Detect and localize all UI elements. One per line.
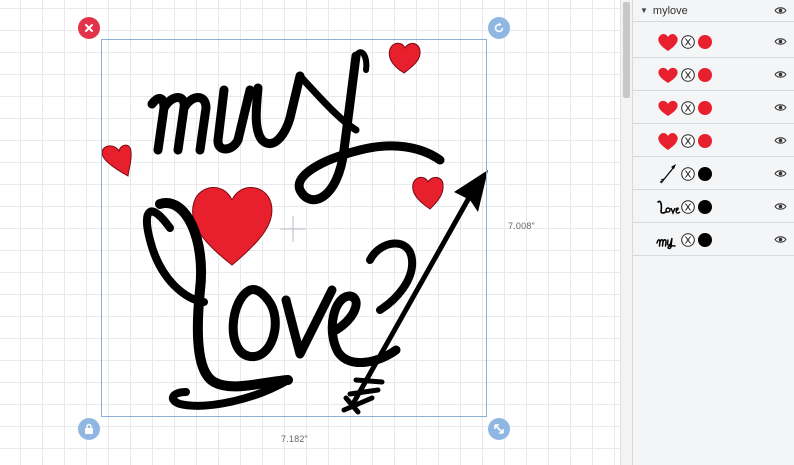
eye-icon[interactable] [774,202,787,211]
layer-thumbnail-my [656,237,676,250]
layer-group-label: mylove [652,4,688,17]
height-dimension-label: 7.008" [508,221,535,231]
layer-color-swatch[interactable] [698,134,712,148]
layer-row-heart-2[interactable] [633,58,794,91]
layer-color-swatch[interactable] [698,35,712,49]
layer-thumbnail-heart [658,67,678,83]
layer-row-arrow[interactable] [633,157,794,190]
scissors-icon[interactable] [681,200,695,214]
layer-color-swatch[interactable] [698,68,712,82]
layer-row-heart-3[interactable] [633,91,794,124]
scissors-icon[interactable] [681,134,695,148]
eye-icon[interactable] [774,6,787,15]
layer-thumbnail-heart [658,34,678,51]
lock-icon[interactable] [78,418,100,440]
eye-icon[interactable] [774,136,787,145]
layer-thumbnail-arrow [659,164,676,184]
layer-color-swatch[interactable] [698,200,712,214]
rotate-icon[interactable] [488,17,510,39]
resize-icon[interactable] [488,418,510,440]
layer-thumbnail-heart [658,133,678,150]
scissors-icon[interactable] [681,68,695,82]
layer-thumbnail-love [657,200,681,215]
eye-icon[interactable] [774,235,787,244]
layer-color-swatch[interactable] [698,101,712,115]
layer-group-mylove[interactable]: ▼ mylove [633,0,794,22]
panel-scrollbar[interactable] [620,0,632,465]
eye-icon[interactable] [774,37,787,46]
layer-row-my[interactable] [633,223,794,256]
scrollbar-thumb[interactable] [623,2,630,98]
layer-row-heart-4[interactable] [633,124,794,157]
scissors-icon[interactable] [681,35,695,49]
design-canvas[interactable]: 7.008" 7.182" [0,0,620,465]
eye-icon[interactable] [774,103,787,112]
layer-thumbnail-heart [658,100,678,116]
close-icon[interactable] [78,17,100,39]
eye-icon[interactable] [774,169,787,178]
layer-color-swatch[interactable] [698,167,712,181]
width-dimension-label: 7.182" [281,434,308,444]
layer-color-swatch[interactable] [698,233,712,247]
layer-row-heart-1[interactable] [633,25,794,58]
layer-row-love[interactable] [633,190,794,223]
caret-down-icon[interactable]: ▼ [640,6,648,15]
scissors-icon[interactable] [681,167,695,181]
layers-panel: ▼ mylove [632,0,794,465]
scissors-icon[interactable] [681,101,695,115]
scissors-icon[interactable] [681,233,695,247]
selection-box[interactable] [101,39,487,417]
eye-icon[interactable] [774,70,787,79]
